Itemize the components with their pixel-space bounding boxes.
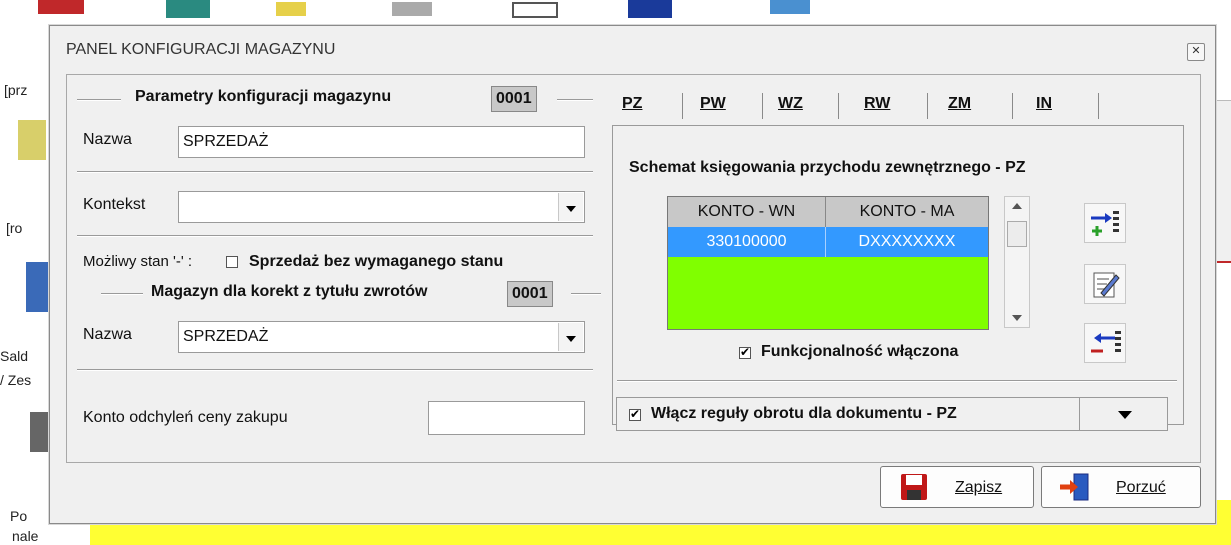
tab-pw[interactable]: PW	[700, 87, 726, 117]
separator	[77, 369, 593, 371]
separator	[557, 99, 593, 101]
desktop-right-strip	[1214, 100, 1231, 263]
separator	[77, 171, 593, 173]
negative-stock-label: Możliwy stan '-' :	[83, 253, 193, 270]
desktop-icon-bar	[0, 0, 1231, 24]
negative-stock-checkbox[interactable]	[226, 256, 238, 268]
desktop-label: [prz	[4, 82, 28, 98]
save-label: Zapisz	[955, 479, 1003, 496]
save-icon	[901, 474, 927, 500]
grid-cell-wn[interactable]: 330100000	[668, 227, 826, 257]
rules-label: Włącz reguły obrotu dla dokumentu - PZ	[651, 405, 957, 422]
save-button[interactable]: Zapisz	[880, 466, 1034, 508]
scroll-up-icon[interactable]	[1012, 203, 1022, 209]
scroll-down-icon[interactable]	[1012, 315, 1022, 321]
edit-button[interactable]	[1084, 264, 1126, 304]
chevron-down-icon[interactable]	[558, 323, 583, 351]
desktop-icon	[628, 0, 672, 18]
rules-checkbox[interactable]	[629, 407, 641, 421]
remove-row-button[interactable]	[1084, 323, 1126, 363]
desktop-icon	[512, 2, 558, 18]
tab-wz[interactable]: WZ	[778, 87, 803, 117]
tab-in[interactable]: IN	[1036, 87, 1052, 117]
separator	[101, 293, 143, 295]
separator	[77, 99, 121, 101]
context-select[interactable]	[178, 191, 585, 223]
desktop-icon	[30, 412, 50, 452]
price-dev-field[interactable]	[428, 401, 585, 435]
remove-row-icon	[1091, 331, 1121, 353]
grid-header-wn[interactable]: KONTO - WN	[668, 197, 826, 227]
tab-separator	[682, 93, 683, 119]
tab-separator	[1098, 93, 1099, 119]
desktop-label: Sald	[0, 348, 29, 364]
sale-without-stock-label: Sprzedaż bez wymaganego stanu	[249, 253, 504, 270]
edit-icon	[1093, 272, 1120, 298]
tab-bar: PZ PW WZ RW ZM IN	[612, 87, 1172, 127]
scroll-thumb[interactable]	[1007, 221, 1027, 247]
add-row-button[interactable]	[1084, 203, 1126, 243]
tab-separator	[762, 93, 763, 119]
dialog-title: PANEL KONFIGURACJI MAGAZYNU	[66, 41, 336, 58]
rules-bar: Włącz reguły obrotu dla dokumentu - PZ	[616, 397, 1168, 431]
desktop-icon	[770, 0, 810, 14]
corr-name-value: SPRZEDAŻ	[183, 328, 269, 345]
tab-rw[interactable]: RW	[864, 87, 890, 117]
tab-zm[interactable]: ZM	[948, 87, 971, 117]
desktop-label: Po	[10, 508, 28, 524]
rules-dropdown[interactable]	[1079, 398, 1168, 430]
separator	[617, 380, 1177, 382]
desktop-icon	[166, 0, 210, 18]
functionality-checkbox[interactable]	[739, 345, 751, 359]
grid-scrollbar[interactable]	[1004, 196, 1030, 328]
params-code: 0001	[491, 86, 537, 112]
chevron-down-icon[interactable]	[558, 193, 583, 221]
corr-name-select[interactable]: SPRZEDAŻ	[178, 321, 585, 353]
desktop-label: nale	[12, 528, 39, 544]
corrections-code: 0001	[507, 281, 553, 307]
functionality-label: Funkcjonalność włączona	[761, 343, 959, 360]
desktop-label: / Zes	[0, 372, 32, 388]
params-header: Parametry konfiguracji magazynu	[135, 88, 392, 105]
corr-name-label: Nazwa	[83, 326, 132, 343]
cancel-label: Porzuć	[1116, 479, 1166, 496]
corrections-header: Magazyn dla korekt z tytułu zwrotów	[151, 283, 428, 300]
close-icon[interactable]: ✕	[1187, 43, 1205, 61]
exit-door-icon	[1060, 473, 1089, 501]
grid-cell-ma[interactable]: DXXXXXXXX	[826, 227, 988, 257]
name-label: Nazwa	[83, 131, 132, 148]
desktop-icon	[38, 0, 84, 14]
separator	[571, 293, 601, 295]
tab-separator	[1012, 93, 1013, 119]
desktop-icon	[26, 262, 48, 312]
price-dev-label: Konto odchyleń ceny zakupu	[83, 409, 288, 426]
tab-separator	[927, 93, 928, 119]
desktop-label: [ro	[6, 220, 23, 236]
grid-header-ma[interactable]: KONTO - MA	[826, 197, 988, 227]
name-field[interactable]: SPRZEDAŻ	[178, 126, 585, 158]
cancel-button[interactable]: Porzuć	[1041, 466, 1201, 508]
scheme-title: Schemat księgowania przychodu zewnętrzne…	[629, 159, 1026, 176]
desktop-icon	[18, 120, 46, 160]
tab-separator	[838, 93, 839, 119]
context-label: Kontekst	[83, 196, 146, 213]
tab-pz[interactable]: PZ	[622, 87, 642, 117]
desktop-icon	[392, 2, 432, 16]
config-dialog: PANEL KONFIGURACJI MAGAZYNU ✕ Parametry …	[49, 25, 1216, 524]
desktop-icon	[276, 2, 306, 16]
posting-grid[interactable]: KONTO - WN KONTO - MA 330100000 DXXXXXXX…	[667, 196, 989, 330]
add-row-icon	[1091, 211, 1119, 236]
separator	[77, 235, 593, 237]
chevron-down-icon	[1118, 411, 1132, 419]
